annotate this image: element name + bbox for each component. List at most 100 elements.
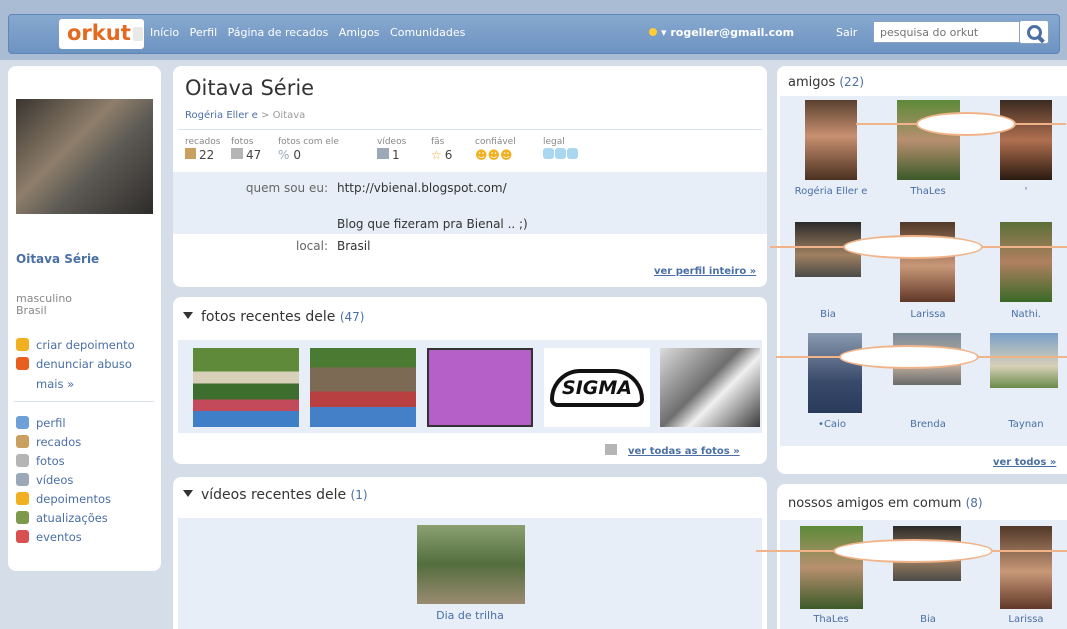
starburst-decoration [839,345,979,369]
friend-photo[interactable] [808,333,862,413]
warning-person-icon [16,357,29,370]
photo-thumbnail[interactable] [427,348,533,427]
gear-icon [16,338,29,351]
common-friend-name[interactable]: ThaLes [791,614,871,625]
create-testimonial-link[interactable]: criar depoimento [16,338,135,352]
friend-name[interactable]: ' [986,186,1066,197]
photo-icon [16,454,29,467]
nav-inicio[interactable]: Início [150,26,179,39]
friends-heading[interactable]: amigos (22) [788,75,864,90]
profile-name[interactable]: Oitava Série [16,252,99,266]
common-friend-photo[interactable] [800,526,863,609]
logout-link[interactable]: Sair [836,26,857,39]
status-icon [649,28,657,36]
scrap-icon [185,148,196,159]
friend-name[interactable]: Rogéria Eller e [791,186,871,197]
view-all-friends-link[interactable]: ver todos » [993,457,1056,468]
breadcrumb-owner[interactable]: Rogéria Eller e [185,110,258,121]
friend-name[interactable]: ThaLes [888,186,968,197]
profile-photo[interactable] [16,99,153,214]
more-link[interactable]: mais » [36,377,74,391]
divider [14,401,154,402]
stat-value: 6 [444,148,453,162]
user-menu[interactable]: ▾ rogeller@gmail.com [649,26,794,39]
friend-name[interactable]: Taynan [986,419,1066,430]
friend-name[interactable]: Nathi. [986,309,1066,320]
video-caption[interactable]: Dia de trilha [430,609,510,622]
smiley-rating-icon: ☻☻☻ [475,148,513,162]
stat-legal: legal [543,137,578,162]
navigation-bar: orkut Início Perfil Página de recados Am… [8,14,1060,54]
photo-thumbnail[interactable]: SIGMA [544,348,650,427]
photo-thumbnail[interactable] [310,348,416,427]
search-input[interactable] [873,21,1020,43]
friend-name[interactable]: •Caio [792,419,872,430]
sidebar-item-recados[interactable]: recados [16,435,81,449]
sidebar-item-depoimentos[interactable]: depoimentos [16,492,111,506]
sidebar-item-perfil[interactable]: perfil [16,416,66,430]
friend-photo[interactable] [900,222,955,302]
photo-icon [605,444,617,455]
about-label: quem sou eu: [245,181,328,195]
friend-photo[interactable] [1000,100,1052,180]
video-thumbnail[interactable] [417,525,525,604]
collapse-triangle-icon [183,312,193,319]
stat-fotos-com-ele[interactable]: fotos com ele% 0 [278,137,339,162]
starburst-decoration [843,235,983,259]
orkut-logo[interactable]: orkut [59,19,144,49]
stat-label: recados [185,137,221,147]
logo-text: orkut [67,21,131,45]
stat-label: confiável [475,137,516,147]
friend-photo[interactable] [1000,222,1052,302]
section-count: (1) [350,488,368,502]
stat-recados[interactable]: recados 22 [185,137,220,162]
video-icon [16,473,29,486]
updates-icon [16,511,29,524]
photo-thumbnail[interactable] [660,348,760,427]
starburst-decoration [833,539,993,563]
report-abuse-link[interactable]: denunciar abuso [16,357,132,371]
common-friend-name[interactable]: Larissa [986,614,1066,625]
stat-value: 47 [246,148,262,162]
stat-value: 1 [392,148,400,162]
action-label: denunciar abuso [36,357,132,371]
testimonial-icon [16,492,29,505]
stat-fas[interactable]: fãs ☆ 6 [431,137,452,162]
stat-videos[interactable]: vídeos 1 [377,137,406,162]
divider [178,129,762,130]
section-title: fotos recentes dele [201,309,336,325]
sigma-logo: SIGMA [550,368,644,407]
common-friend-name[interactable]: Bia [888,614,968,625]
about-url[interactable]: http://vbienal.blogspot.com/ [337,181,507,195]
videos-heading[interactable]: vídeos recentes dele (1) [183,487,368,503]
breadcrumb-current: Oitava [272,110,306,121]
page-title: Oitava Série [185,76,315,100]
photos-heading[interactable]: fotos recentes dele (47) [183,309,364,325]
nav-amigos[interactable]: Amigos [339,26,380,39]
sidebar-item-atualizacoes[interactable]: atualizações [16,511,108,525]
common-friends-heading[interactable]: nossos amigos em comum (8) [788,496,983,511]
nav-comunidades[interactable]: Comunidades [390,26,465,39]
location-label: local: [295,239,328,253]
friend-photo[interactable] [990,333,1058,388]
sidebar-item-fotos[interactable]: fotos [16,454,65,468]
view-full-profile-link[interactable]: ver perfil inteiro » [654,266,756,277]
sidebar-item-videos[interactable]: vídeos [16,473,73,487]
friend-name[interactable]: Brenda [888,419,968,430]
stat-confiavel: confiável ☻☻☻ [475,137,516,162]
sidebar-item-label: recados [36,435,82,449]
friend-photo[interactable] [805,100,857,180]
ice-cube-rating-icon [543,148,578,162]
sidebar-item-eventos[interactable]: eventos [16,530,82,544]
stat-fotos[interactable]: fotos 47 [231,137,261,162]
friend-name[interactable]: Bia [788,309,868,320]
search-button[interactable] [1019,20,1049,44]
friend-name[interactable]: Larissa [888,309,968,320]
common-friend-photo[interactable] [1000,526,1052,609]
nav-perfil[interactable]: Perfil [190,26,218,39]
photo-thumbnail[interactable] [193,348,299,427]
nav-recados[interactable]: Página de recados [228,26,329,39]
tag-icon: % [278,148,290,162]
sidebar-item-label: eventos [36,530,82,544]
view-all-photos-link[interactable]: ver todas as fotos » [628,446,740,457]
